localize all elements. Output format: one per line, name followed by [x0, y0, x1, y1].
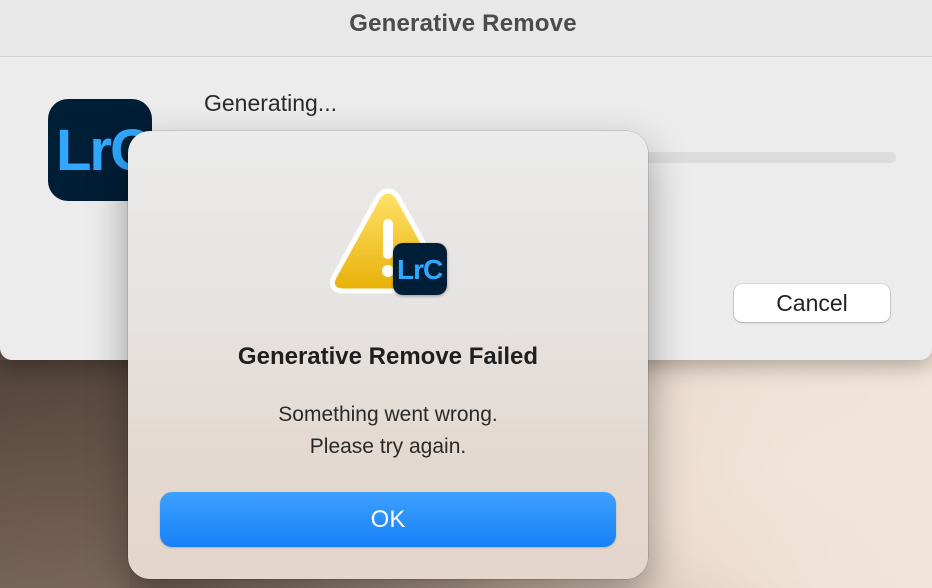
alert-message: Something went wrong. Please try again.: [128, 399, 648, 463]
window-titlebar: Generative Remove: [0, 0, 932, 57]
lightroom-badge-icon: LrC: [393, 243, 447, 295]
progress-status-text: Generating...: [204, 90, 337, 116]
error-alert-dialog: LrC Generative Remove Failed Something w…: [128, 131, 648, 579]
background-photo-shadow: [0, 360, 130, 588]
ok-button[interactable]: OK: [160, 492, 616, 547]
alert-message-line: Please try again.: [309, 435, 467, 458]
alert-title: Generative Remove Failed: [237, 343, 539, 370]
alert-message-line: Something went wrong.: [278, 403, 498, 426]
window-title: Generative Remove: [349, 10, 577, 37]
lightroom-badge-icon-text: LrC: [397, 254, 443, 285]
cancel-button[interactable]: Cancel: [734, 284, 890, 322]
